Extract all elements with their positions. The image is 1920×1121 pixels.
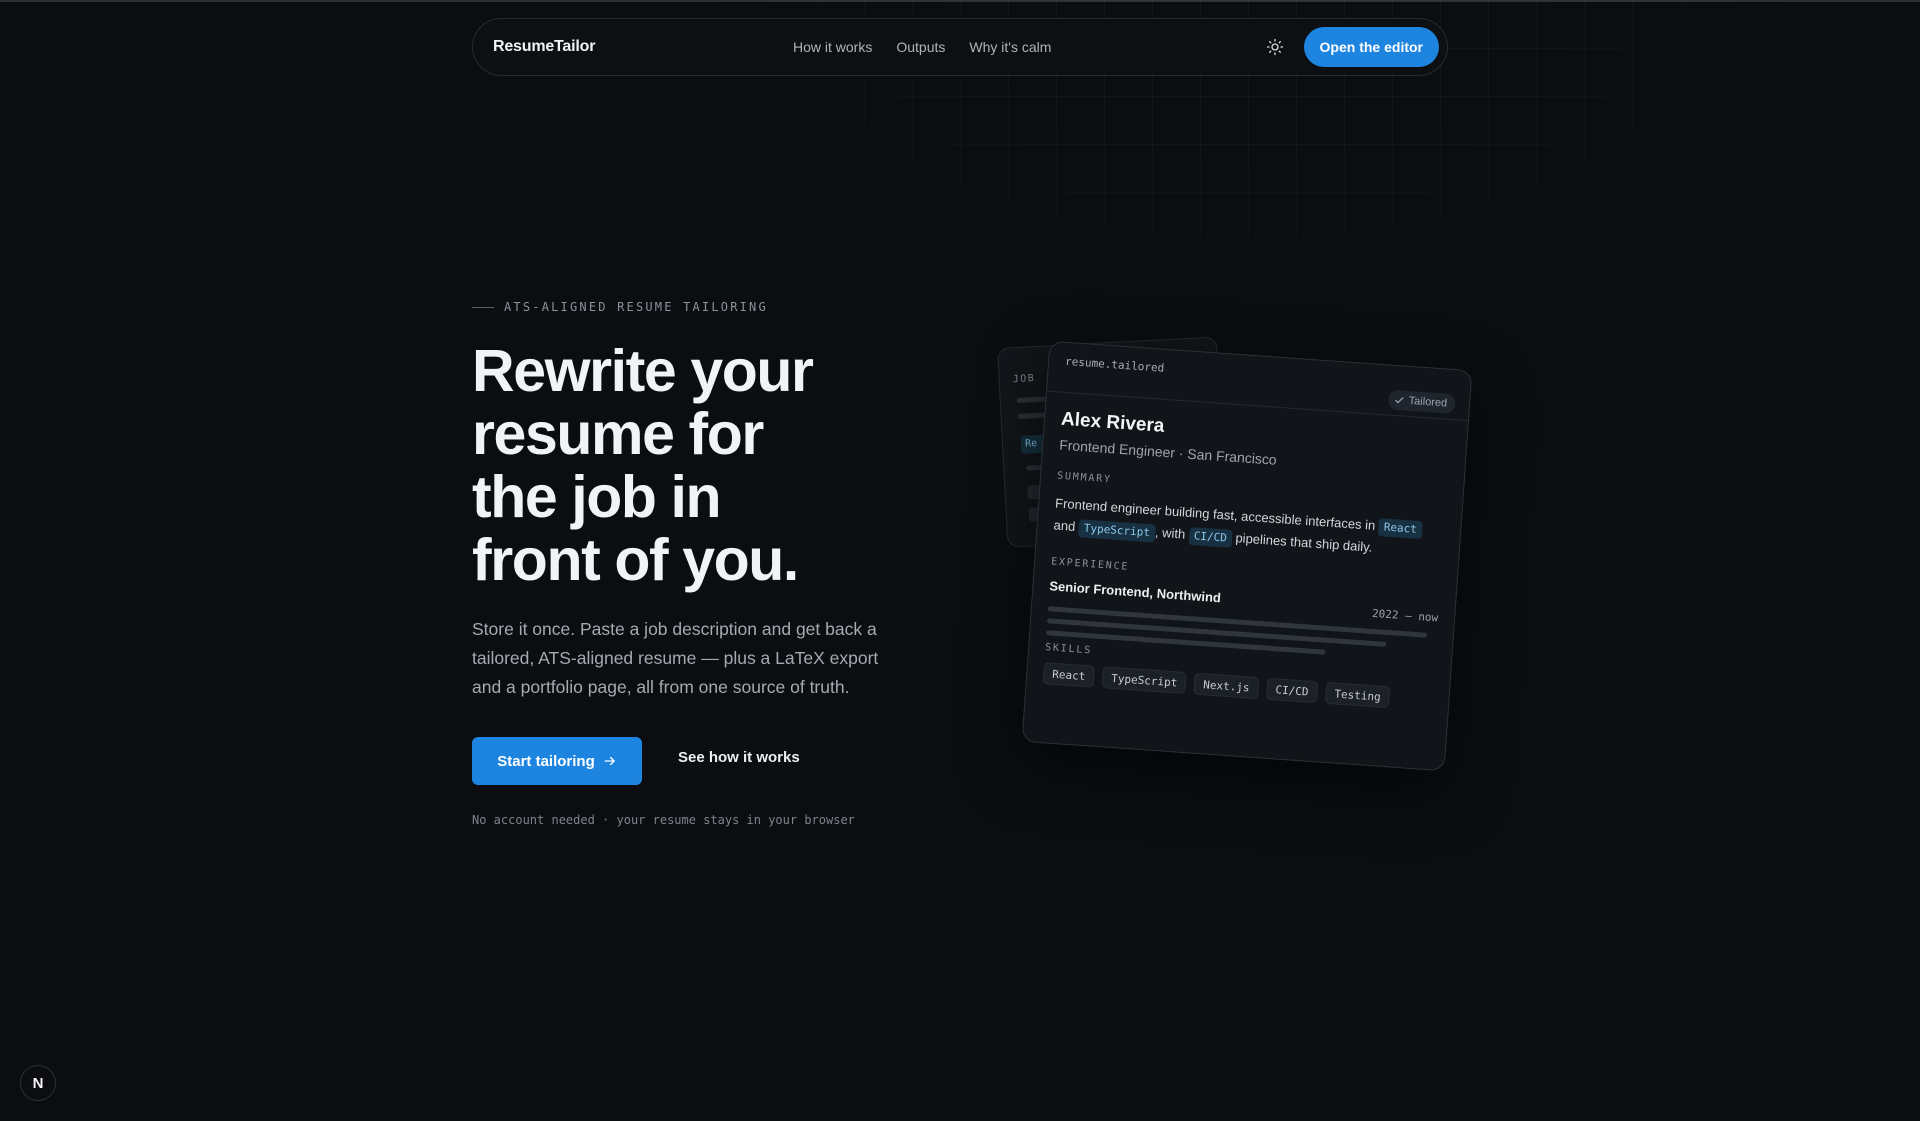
summary-text: Frontend engineer building fast, accessi… (1053, 493, 1447, 564)
headline-line: resume for (472, 401, 764, 467)
summary-part: pipelines that ship daily. (1235, 530, 1373, 555)
background-grid (0, 0, 1920, 1121)
job-card-label: JOB (1012, 373, 1036, 386)
skill-tag: Testing (1324, 681, 1391, 709)
skill-tag: CI/CD (1265, 677, 1319, 704)
subcopy-line: tailored, ATS-aligned resume — plus a La… (472, 648, 879, 668)
skill-tag: React (1042, 662, 1096, 688)
theme-toggle-button[interactable] (1260, 32, 1290, 62)
nav-actions: Open the editor (1260, 27, 1439, 67)
skill-tag: Next.js (1193, 672, 1260, 700)
eyebrow-dash (472, 306, 494, 308)
summary-part: and (1053, 517, 1076, 534)
nav-link-why-calm[interactable]: Why it's calm (969, 39, 1051, 55)
brand-logo[interactable]: ResumeTailor (493, 38, 595, 56)
see-how-it-works-link[interactable]: See how it works (678, 749, 800, 773)
candidate-role: Frontend Engineer · San Francisco (1058, 436, 1278, 468)
open-editor-button[interactable]: Open the editor (1303, 27, 1439, 67)
sun-icon (1266, 38, 1283, 56)
nextjs-dev-badge[interactable]: N (20, 1065, 56, 1101)
start-tailoring-label: Start tailoring (497, 752, 595, 770)
summary-heading: SUMMARY (1056, 470, 1113, 486)
keyword-typescript: TypeScript (1078, 519, 1156, 543)
nav-link-how-it-works[interactable]: How it works (793, 39, 872, 55)
subcopy-line: and a portfolio page, all from one sourc… (472, 677, 850, 697)
headline-line: the job in (472, 464, 722, 530)
top-nav: ResumeTailor How it works Outputs Why it… (472, 18, 1448, 76)
arrow-right-icon (604, 756, 615, 766)
job-dates: 2022 – now (1371, 606, 1439, 625)
candidate-name: Alex Rivera (1060, 408, 1166, 437)
keyword-cicd: CI/CD (1188, 526, 1233, 548)
experience-heading: EXPERIENCE (1050, 556, 1130, 573)
headline-line: Rewrite your (472, 338, 814, 404)
skill-tag: TypeScript (1101, 666, 1188, 695)
hero-headline: Rewrite your resume for the job in front… (472, 340, 892, 592)
nav-links: How it works Outputs Why it's calm (793, 39, 1051, 55)
keyword-react: React (1378, 518, 1423, 540)
skills-list: React TypeScript Next.js CI/CD Testing (1042, 662, 1391, 709)
hero-footnote: No account needed · your resume stays in… (472, 813, 855, 827)
subcopy-line: Store it once. Paste a job description a… (472, 619, 877, 639)
hero-subcopy: Store it once. Paste a job description a… (472, 615, 917, 702)
start-tailoring-button[interactable]: Start tailoring (472, 737, 642, 785)
hero-eyebrow: ATS-ALIGNED RESUME TAILORING (472, 300, 768, 314)
skills-heading: SKILLS (1044, 642, 1093, 657)
tailored-resume-card: resume.tailored Tailored Alex Rivera Fro… (1021, 340, 1473, 772)
tailored-badge-label: Tailored (1408, 394, 1448, 410)
headline-line: front of you. (472, 527, 799, 593)
nav-link-outputs[interactable]: Outputs (896, 39, 945, 55)
check-icon (1395, 397, 1404, 404)
eyebrow-text: ATS-ALIGNED RESUME TAILORING (504, 300, 768, 314)
job-title: Senior Frontend, Northwind (1048, 578, 1222, 606)
summary-part: , with (1154, 524, 1186, 542)
